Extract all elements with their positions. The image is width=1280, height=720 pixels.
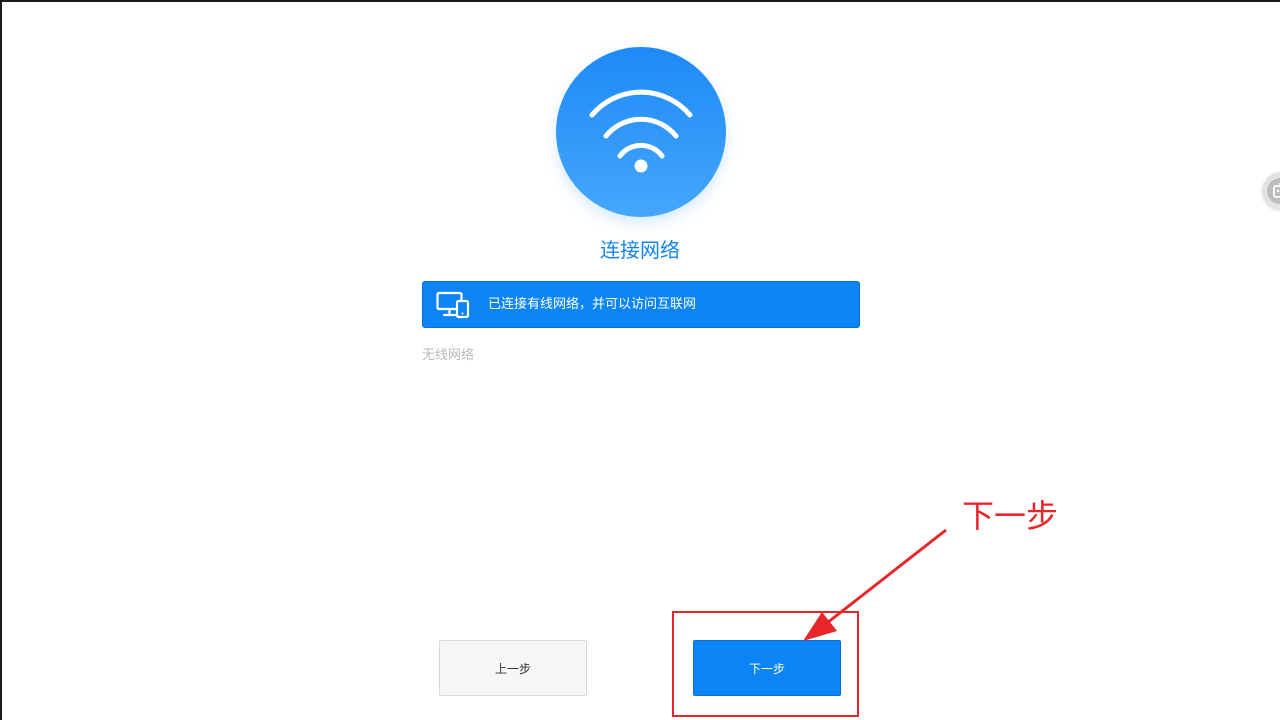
wireless-section-label: 无线网络 — [422, 348, 475, 363]
prev-step-button[interactable]: 上一步 — [439, 640, 587, 696]
wifi-icon — [556, 47, 726, 217]
monitor-phone-icon — [436, 291, 470, 319]
annotation-label: 下一步 — [962, 497, 1059, 535]
window-frame-left — [0, 0, 2, 720]
wired-status-text: 已连接有线网络，并可以访问互联网 — [488, 297, 697, 312]
annotation-highlight-box — [672, 611, 859, 717]
side-assistant-icon — [1267, 178, 1280, 204]
wired-network-status[interactable]: 已连接有线网络，并可以访问互联网 — [422, 281, 860, 328]
window-frame-top — [0, 0, 1280, 2]
page-title: 连接网络 — [600, 238, 680, 262]
side-assistant-handle[interactable] — [1262, 172, 1280, 210]
